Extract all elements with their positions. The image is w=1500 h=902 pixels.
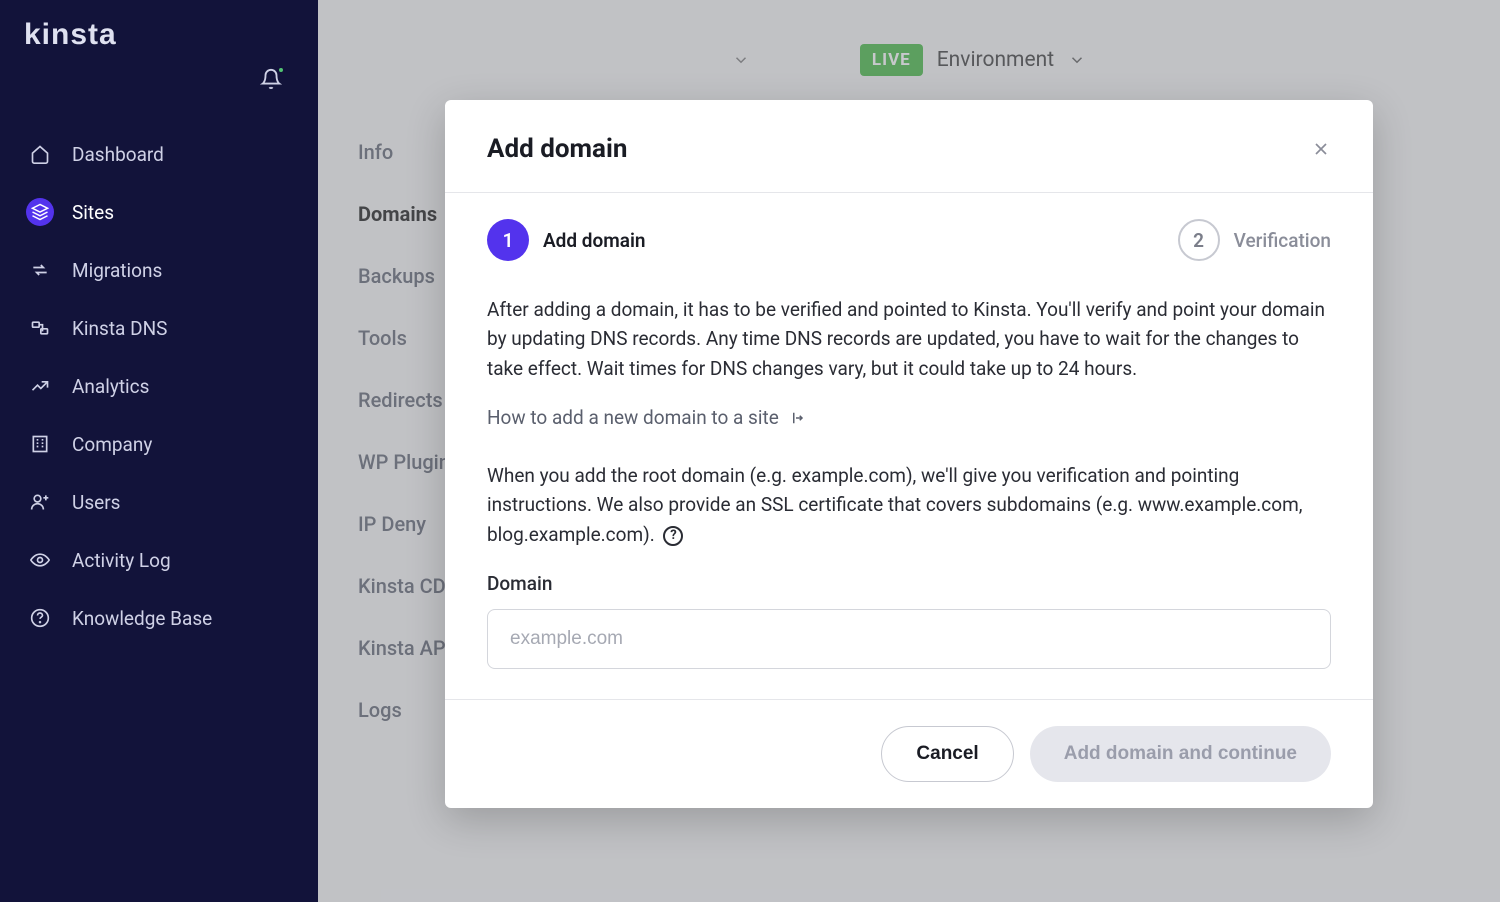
help-link[interactable]: How to add a new domain to a site xyxy=(487,403,805,432)
modal-title: Add domain xyxy=(487,134,627,164)
nav-migrations[interactable]: Migrations xyxy=(16,244,302,296)
nav-dns[interactable]: Kinsta DNS xyxy=(16,302,302,354)
primary-nav: Dashboard Sites Migrations Kinsta DNS An… xyxy=(0,104,318,644)
help-link-text: How to add a new domain to a site xyxy=(487,403,779,432)
user-plus-icon xyxy=(26,488,54,516)
add-domain-modal: Add domain 1 Add domain 2 Verification xyxy=(445,100,1373,808)
layers-icon xyxy=(26,198,54,226)
nav-analytics[interactable]: Analytics xyxy=(16,360,302,412)
brand-logo: Kinsta xyxy=(0,18,318,62)
external-link-icon xyxy=(787,409,805,427)
eye-icon xyxy=(26,546,54,574)
step-verification: 2 Verification xyxy=(1178,219,1331,261)
nav-users[interactable]: Users xyxy=(16,476,302,528)
dns-icon xyxy=(26,314,54,342)
domain-input[interactable] xyxy=(487,609,1331,669)
step-label: Verification xyxy=(1234,229,1331,252)
nav-dashboard[interactable]: Dashboard xyxy=(16,128,302,180)
info-tooltip-icon[interactable]: ? xyxy=(663,526,683,546)
brand-name: Kinsta xyxy=(24,18,117,52)
primary-sidebar: Kinsta Dashboard Sites Migrations xyxy=(0,0,318,902)
add-domain-continue-button[interactable]: Add domain and continue xyxy=(1030,726,1331,782)
info-paragraph-1: After adding a domain, it has to be veri… xyxy=(487,295,1331,383)
cancel-button[interactable]: Cancel xyxy=(881,726,1013,782)
info-paragraph-2: When you add the root domain (e.g. examp… xyxy=(487,461,1331,549)
nav-label: Activity Log xyxy=(72,549,171,572)
notification-dot xyxy=(277,66,285,74)
nav-label: Users xyxy=(72,491,120,514)
close-icon xyxy=(1311,139,1331,159)
notifications-button[interactable] xyxy=(260,68,282,90)
nav-label: Sites xyxy=(72,201,114,224)
modal-overlay: Add domain 1 Add domain 2 Verification xyxy=(318,0,1500,902)
nav-label: Kinsta DNS xyxy=(72,317,167,340)
nav-label: Company xyxy=(72,433,152,456)
step-number: 1 xyxy=(487,219,529,261)
nav-label: Analytics xyxy=(72,375,149,398)
home-icon xyxy=(26,140,54,168)
nav-sites[interactable]: Sites xyxy=(16,186,302,238)
nav-activity-log[interactable]: Activity Log xyxy=(16,534,302,586)
building-icon xyxy=(26,430,54,458)
nav-label: Knowledge Base xyxy=(72,607,212,630)
step-add-domain: 1 Add domain xyxy=(487,219,646,261)
step-number: 2 xyxy=(1178,219,1220,261)
arrows-icon xyxy=(26,256,54,284)
close-button[interactable] xyxy=(1311,139,1331,159)
nav-knowledge-base[interactable]: Knowledge Base xyxy=(16,592,302,644)
step-label: Add domain xyxy=(543,229,646,252)
main-area: LIVE Environment Info Domains Backups To… xyxy=(318,0,1500,902)
nav-label: Dashboard xyxy=(72,143,164,166)
wizard-steps: 1 Add domain 2 Verification xyxy=(445,193,1373,281)
nav-company[interactable]: Company xyxy=(16,418,302,470)
domain-label: Domain xyxy=(487,569,1331,598)
nav-label: Migrations xyxy=(72,259,162,282)
question-icon xyxy=(26,604,54,632)
chart-icon xyxy=(26,372,54,400)
